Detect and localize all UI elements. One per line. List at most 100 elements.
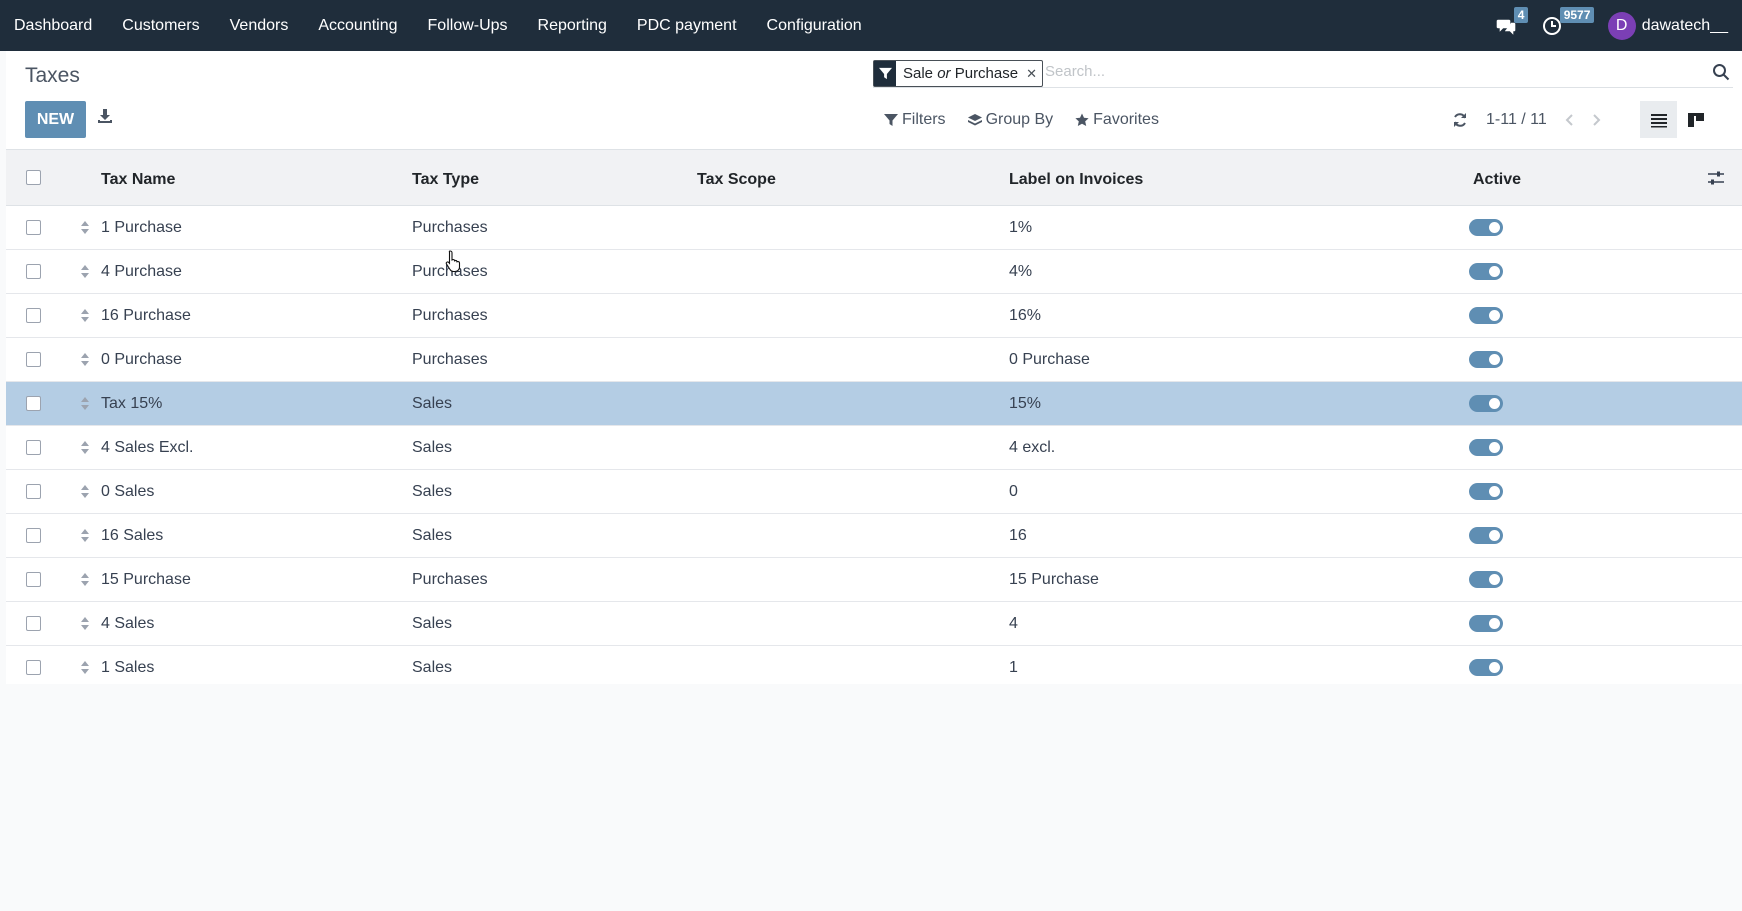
header-active[interactable]: Active (1473, 150, 1521, 209)
chevron-right-icon[interactable] (1589, 113, 1603, 127)
header-tax-name[interactable]: Tax Name (101, 150, 175, 209)
active-toggle[interactable] (1469, 571, 1503, 588)
remove-facet-icon[interactable]: ✕ (1026, 66, 1042, 82)
messages-button[interactable]: 4 (1496, 6, 1529, 36)
kanban-view-button[interactable] (1677, 101, 1714, 138)
table-row[interactable]: 0 Purchase Purchases 0 Purchase (6, 338, 1742, 382)
drag-handle-icon[interactable] (80, 440, 90, 455)
download-icon[interactable] (97, 108, 113, 124)
cell-tax-name[interactable]: 15 Purchase (101, 558, 191, 601)
cell-label-on-invoices[interactable]: 4 excl. (1009, 426, 1055, 469)
drag-handle-icon[interactable] (80, 396, 90, 411)
drag-handle-icon[interactable] (80, 220, 90, 235)
pager-value[interactable]: 1-11 / 11 (1486, 111, 1547, 129)
cell-tax-name[interactable]: 4 Sales Excl. (101, 426, 193, 469)
cell-tax-type[interactable]: Sales (412, 382, 452, 425)
menu-accounting[interactable]: Accounting (303, 0, 412, 51)
menu-vendors[interactable]: Vendors (215, 0, 304, 51)
header-label-on-invoices[interactable]: Label on Invoices (1009, 150, 1143, 209)
header-tax-type[interactable]: Tax Type (412, 150, 479, 209)
drag-handle-icon[interactable] (80, 572, 90, 587)
cell-tax-name[interactable]: 4 Purchase (101, 250, 182, 293)
row-checkbox[interactable] (26, 220, 41, 235)
drag-handle-icon[interactable] (80, 484, 90, 499)
cell-label-on-invoices[interactable]: 4 (1009, 602, 1018, 645)
active-toggle[interactable] (1469, 219, 1503, 236)
cell-tax-type[interactable]: Purchases (412, 338, 488, 381)
favorites-button[interactable]: Favorites (1075, 111, 1159, 129)
active-toggle[interactable] (1469, 659, 1503, 676)
cell-label-on-invoices[interactable]: 16 (1009, 514, 1027, 557)
active-toggle[interactable] (1469, 263, 1503, 280)
list-view-button[interactable] (1640, 101, 1677, 138)
column-settings-icon[interactable] (1708, 171, 1724, 185)
row-checkbox[interactable] (26, 528, 41, 543)
menu-configuration[interactable]: Configuration (752, 0, 877, 51)
menu-follow-ups[interactable]: Follow-Ups (413, 0, 523, 51)
active-toggle[interactable] (1469, 615, 1503, 632)
drag-handle-icon[interactable] (80, 352, 90, 367)
active-toggle[interactable] (1469, 351, 1503, 368)
refresh-icon[interactable] (1452, 112, 1468, 128)
select-all-checkbox[interactable] (26, 170, 41, 185)
cell-tax-name[interactable]: 1 Purchase (101, 206, 182, 249)
filter-facet[interactable]: Sale or Purchase ✕ (873, 60, 1043, 87)
table-row[interactable]: 16 Sales Sales 16 (6, 514, 1742, 558)
active-toggle[interactable] (1469, 439, 1503, 456)
user-menu[interactable]: D dawatech__ (1607, 11, 1728, 40)
active-toggle[interactable] (1469, 527, 1503, 544)
filters-button[interactable]: Filters (884, 111, 946, 129)
chevron-left-icon[interactable] (1563, 113, 1577, 127)
cell-label-on-invoices[interactable]: 4% (1009, 250, 1032, 293)
row-checkbox[interactable] (26, 616, 41, 631)
cell-label-on-invoices[interactable]: 1% (1009, 206, 1032, 249)
drag-handle-icon[interactable] (80, 308, 90, 323)
cell-label-on-invoices[interactable]: 0 Purchase (1009, 338, 1090, 381)
search-icon[interactable] (1712, 63, 1730, 81)
new-button[interactable]: NEW (25, 101, 86, 138)
cell-tax-type[interactable]: Purchases (412, 558, 488, 601)
row-checkbox[interactable] (26, 396, 41, 411)
table-row[interactable]: 16 Purchase Purchases 16% (6, 294, 1742, 338)
menu-pdc-payment[interactable]: PDC payment (622, 0, 752, 51)
cell-tax-name[interactable]: 16 Sales (101, 514, 163, 557)
cell-tax-type[interactable]: Sales (412, 602, 452, 645)
activities-button[interactable]: 9577 (1542, 6, 1595, 36)
row-checkbox[interactable] (26, 264, 41, 279)
cell-tax-type[interactable]: Sales (412, 514, 452, 557)
row-checkbox[interactable] (26, 440, 41, 455)
drag-handle-icon[interactable] (80, 264, 90, 279)
cell-tax-type[interactable]: Purchases (412, 294, 488, 337)
table-row[interactable]: 4 Purchase Purchases 4% (6, 250, 1742, 294)
row-checkbox[interactable] (26, 572, 41, 587)
drag-handle-icon[interactable] (80, 660, 90, 675)
cell-tax-name[interactable]: 16 Purchase (101, 294, 191, 337)
cell-tax-type[interactable]: Sales (412, 470, 452, 513)
cell-label-on-invoices[interactable]: 16% (1009, 294, 1041, 337)
row-checkbox[interactable] (26, 308, 41, 323)
menu-dashboard[interactable]: Dashboard (0, 0, 107, 51)
cell-tax-name[interactable]: 0 Purchase (101, 338, 182, 381)
cell-tax-name[interactable]: Tax 15% (101, 382, 162, 425)
menu-reporting[interactable]: Reporting (523, 0, 622, 51)
row-checkbox[interactable] (26, 352, 41, 367)
cell-label-on-invoices[interactable]: 1 (1009, 646, 1018, 689)
header-tax-scope[interactable]: Tax Scope (697, 150, 776, 209)
table-row[interactable]: 4 Sales Excl. Sales 4 excl. (6, 426, 1742, 470)
cell-label-on-invoices[interactable]: 15 Purchase (1009, 558, 1099, 601)
table-row[interactable]: 4 Sales Sales 4 (6, 602, 1742, 646)
row-checkbox[interactable] (26, 660, 41, 675)
group-by-button[interactable]: Group By (967, 111, 1053, 129)
cell-tax-name[interactable]: 4 Sales (101, 602, 154, 645)
table-row[interactable]: 15 Purchase Purchases 15 Purchase (6, 558, 1742, 602)
search-input[interactable] (1043, 62, 1647, 81)
cell-tax-type[interactable]: Purchases (412, 206, 488, 249)
cell-tax-name[interactable]: 0 Sales (101, 470, 154, 513)
drag-handle-icon[interactable] (80, 616, 90, 631)
active-toggle[interactable] (1469, 395, 1503, 412)
table-row[interactable]: Tax 15% Sales 15% (6, 382, 1742, 426)
cell-label-on-invoices[interactable]: 0 (1009, 470, 1018, 513)
menu-customers[interactable]: Customers (107, 0, 214, 51)
row-checkbox[interactable] (26, 484, 41, 499)
active-toggle[interactable] (1469, 483, 1503, 500)
